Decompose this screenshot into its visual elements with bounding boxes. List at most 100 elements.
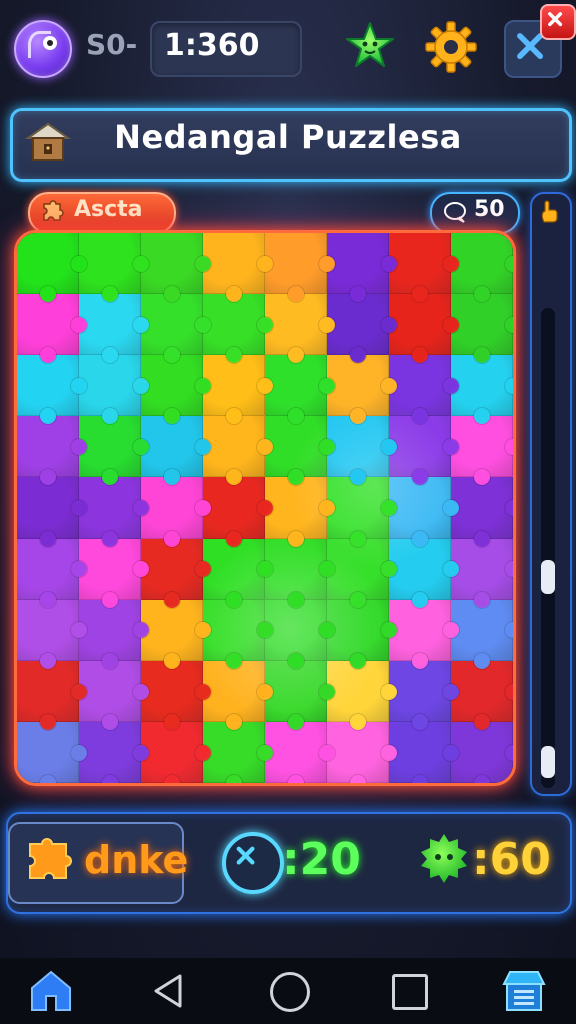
scroll-thumb-bottom[interactable] bbox=[541, 746, 555, 778]
puzzle-piece[interactable] bbox=[79, 538, 149, 608]
puzzle-piece[interactable] bbox=[389, 294, 459, 364]
puzzle-piece[interactable] bbox=[79, 721, 149, 783]
puzzle-piece[interactable] bbox=[451, 416, 513, 486]
puzzle-piece[interactable] bbox=[203, 233, 273, 303]
puzzle-piece[interactable] bbox=[141, 355, 211, 425]
puzzle-piece[interactable] bbox=[79, 355, 149, 425]
puzzle-piece[interactable] bbox=[141, 233, 211, 303]
puzzle-piece[interactable] bbox=[265, 721, 335, 783]
puzzle-piece[interactable] bbox=[203, 416, 273, 486]
ascta-label: Ascta bbox=[74, 197, 143, 222]
puzzle-piece-icon bbox=[43, 200, 64, 221]
hand-icon bbox=[541, 200, 558, 223]
score-label: S0- bbox=[86, 28, 138, 61]
avatar-icon[interactable] bbox=[14, 20, 72, 78]
puzzle-piece[interactable] bbox=[79, 294, 149, 364]
page-title: Nedangal Puzzlesa bbox=[114, 118, 462, 156]
puzzle-piece[interactable] bbox=[389, 355, 459, 425]
puzzle-piece[interactable] bbox=[265, 233, 335, 303]
puzzle-piece[interactable] bbox=[203, 294, 273, 364]
puzzle-piece[interactable] bbox=[389, 416, 459, 486]
puzzle-piece[interactable] bbox=[17, 416, 87, 486]
puzzle-piece[interactable] bbox=[17, 233, 87, 303]
puzzle-piece[interactable] bbox=[79, 477, 149, 547]
puzzle-piece[interactable] bbox=[141, 721, 211, 783]
gear-icon[interactable] bbox=[424, 20, 478, 74]
puzzle-piece[interactable] bbox=[451, 233, 513, 303]
home-circle-icon[interactable] bbox=[270, 972, 310, 1012]
puzzle-piece[interactable] bbox=[79, 599, 149, 669]
puzzle-piece[interactable] bbox=[265, 599, 335, 669]
puzzle-piece[interactable] bbox=[389, 233, 459, 303]
puzzle-piece[interactable] bbox=[265, 355, 335, 425]
puzzle-piece[interactable] bbox=[451, 477, 513, 547]
close-badge[interactable] bbox=[540, 4, 576, 40]
hint-count: 50 bbox=[474, 197, 505, 222]
puzzle-piece[interactable] bbox=[327, 233, 397, 303]
puzzle-piece[interactable] bbox=[327, 660, 397, 730]
chat-bubble-icon bbox=[444, 202, 466, 223]
puzzle-piece[interactable] bbox=[451, 599, 513, 669]
puzzle-piece[interactable] bbox=[79, 660, 149, 730]
green-star-icon[interactable] bbox=[344, 20, 396, 72]
puzzle-piece[interactable] bbox=[141, 660, 211, 730]
puzzle-piece[interactable] bbox=[203, 477, 273, 547]
puzzle-piece[interactable] bbox=[17, 294, 87, 364]
puzzle-piece[interactable] bbox=[389, 599, 459, 669]
puzzle-piece[interactable] bbox=[141, 599, 211, 669]
puzzle-piece[interactable] bbox=[327, 538, 397, 608]
puzzle-piece[interactable] bbox=[17, 477, 87, 547]
puzzle-piece[interactable] bbox=[327, 294, 397, 364]
puzzle-piece[interactable] bbox=[141, 294, 211, 364]
puzzle-piece[interactable] bbox=[265, 416, 335, 486]
scroll-track[interactable] bbox=[541, 308, 555, 788]
puzzle-piece[interactable] bbox=[389, 477, 459, 547]
puzzle-piece[interactable] bbox=[203, 599, 273, 669]
puzzle-piece[interactable] bbox=[389, 721, 459, 783]
blob-count: :60 bbox=[472, 834, 551, 885]
puzzle-piece[interactable] bbox=[265, 477, 335, 547]
puzzle-piece[interactable] bbox=[265, 660, 335, 730]
x-circle-icon[interactable] bbox=[222, 832, 284, 894]
puzzle-piece[interactable] bbox=[17, 660, 87, 730]
puzzle-piece[interactable] bbox=[141, 416, 211, 486]
recents-square-icon[interactable] bbox=[392, 974, 428, 1010]
puzzle-piece[interactable] bbox=[141, 477, 211, 547]
puzzle-piece[interactable] bbox=[389, 660, 459, 730]
puzzle-piece[interactable] bbox=[327, 355, 397, 425]
done-label: dnke bbox=[84, 838, 189, 882]
puzzle-piece[interactable] bbox=[203, 721, 273, 783]
store-icon[interactable] bbox=[500, 966, 548, 1014]
puzzle-piece[interactable] bbox=[79, 416, 149, 486]
puzzle-piece[interactable] bbox=[389, 538, 459, 608]
puzzle-piece-icon bbox=[29, 838, 72, 879]
puzzle-piece[interactable] bbox=[265, 294, 335, 364]
puzzle-piece[interactable] bbox=[17, 355, 87, 425]
puzzle-piece[interactable] bbox=[265, 538, 335, 608]
puzzle-piece[interactable] bbox=[203, 538, 273, 608]
home-icon[interactable] bbox=[28, 966, 74, 1014]
puzzle-piece[interactable] bbox=[451, 721, 513, 783]
puzzle-piece[interactable] bbox=[327, 721, 397, 783]
puzzle-piece[interactable] bbox=[451, 660, 513, 730]
close-icon bbox=[548, 12, 563, 27]
puzzle-piece[interactable] bbox=[327, 416, 397, 486]
puzzle-piece[interactable] bbox=[79, 233, 149, 303]
puzzle-piece[interactable] bbox=[327, 477, 397, 547]
puzzle-piece[interactable] bbox=[451, 355, 513, 425]
puzzle-piece[interactable] bbox=[17, 721, 87, 783]
puzzle-piece[interactable] bbox=[327, 599, 397, 669]
puzzle-piece[interactable] bbox=[17, 599, 87, 669]
puzzle-piece[interactable] bbox=[17, 538, 87, 608]
green-blob-icon[interactable] bbox=[416, 830, 472, 886]
puzzle-piece[interactable] bbox=[203, 660, 273, 730]
puzzle-piece[interactable] bbox=[141, 538, 211, 608]
timer-value: 1:360 bbox=[164, 28, 260, 63]
puzzle-piece[interactable] bbox=[203, 355, 273, 425]
puzzle-board[interactable] bbox=[14, 230, 516, 786]
puzzle-piece[interactable] bbox=[451, 538, 513, 608]
back-triangle-icon[interactable] bbox=[150, 972, 186, 1010]
scroll-thumb[interactable] bbox=[541, 560, 555, 594]
puzzle-grid bbox=[17, 233, 513, 783]
puzzle-piece[interactable] bbox=[451, 294, 513, 364]
